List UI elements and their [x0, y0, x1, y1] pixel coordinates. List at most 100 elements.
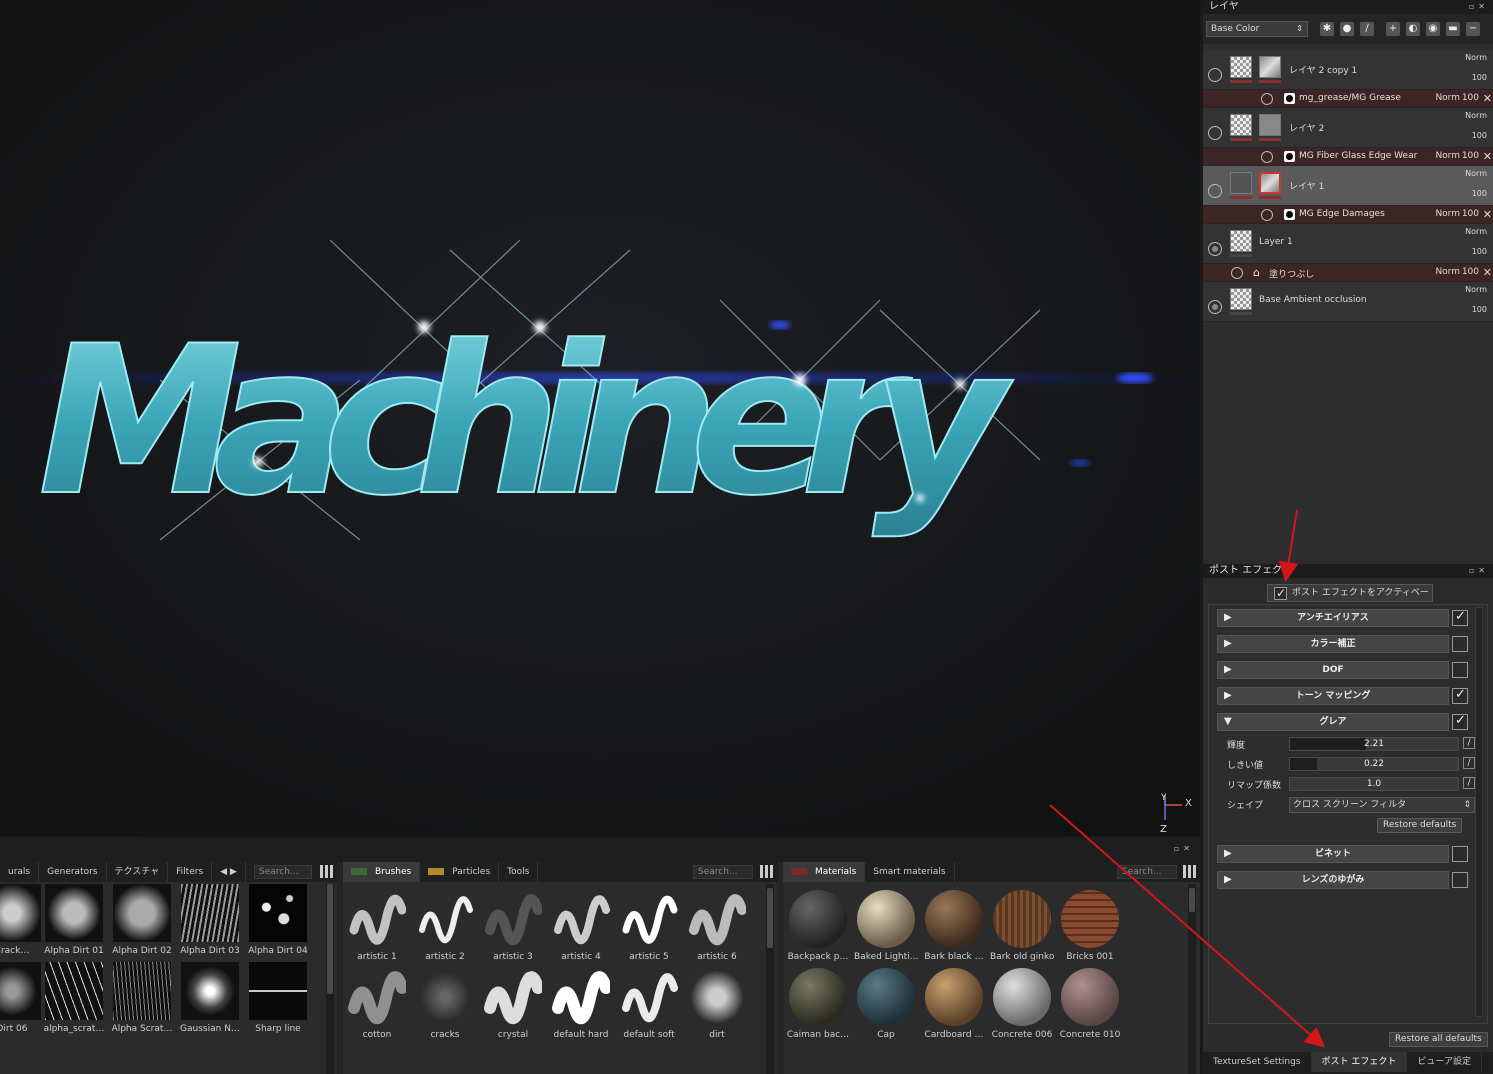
- section-glare[interactable]: ▼ グレア: [1217, 713, 1449, 731]
- asset-tile[interactable]: cotton: [345, 968, 409, 1040]
- section-color-correction[interactable]: ▶ カラー補正: [1217, 635, 1449, 653]
- asset-tile[interactable]: artistic 2: [413, 890, 477, 962]
- shelf-right-search[interactable]: Search...: [1117, 865, 1177, 879]
- layer-visibility-toggle[interactable]: [1208, 242, 1222, 256]
- asset-tile[interactable]: cracks: [413, 968, 477, 1040]
- asset-tile[interactable]: Crack…: [0, 884, 44, 956]
- close-icon[interactable]: ✕: [1483, 150, 1492, 163]
- asset-tile[interactable]: default hard: [549, 968, 613, 1040]
- layer-visibility-toggle[interactable]: [1208, 126, 1222, 140]
- material-tile[interactable]: Baked Lighti…: [854, 890, 918, 962]
- add-layer-icon[interactable]: +: [1386, 22, 1400, 36]
- post-effects-scrollbar[interactable]: [1475, 607, 1483, 1017]
- effect-visibility-toggle[interactable]: [1231, 267, 1243, 279]
- fill-layer-icon[interactable]: ●: [1340, 22, 1354, 36]
- lens-distortion-checkbox[interactable]: [1452, 872, 1468, 888]
- restore-all-defaults-button[interactable]: Restore all defaults: [1389, 1032, 1488, 1047]
- layer-visibility-toggle[interactable]: [1208, 68, 1222, 82]
- dof-checkbox[interactable]: [1452, 662, 1468, 678]
- layer-row[interactable]: Base Ambient occlusion Norm 100: [1203, 282, 1493, 322]
- layer-blend-mode[interactable]: Norm: [1465, 227, 1487, 236]
- section-vignette[interactable]: ▶ ビネット: [1217, 845, 1449, 863]
- effect-visibility-toggle[interactable]: [1261, 93, 1273, 105]
- close-icon[interactable]: ✕: [1483, 208, 1492, 221]
- material-tile[interactable]: Cardboard …: [922, 968, 986, 1040]
- effect-visibility-toggle[interactable]: [1261, 151, 1273, 163]
- delete-icon[interactable]: −: [1466, 22, 1480, 36]
- tab-brushes[interactable]: Brushes: [343, 862, 421, 882]
- glare-restore-defaults-button[interactable]: Restore defaults: [1377, 818, 1463, 833]
- layer-visibility-toggle[interactable]: [1208, 300, 1222, 314]
- asset-tile[interactable]: Gaussian N…: [178, 962, 242, 1034]
- asset-tile[interactable]: Alpha Dirt 01: [42, 884, 106, 956]
- asset-tile[interactable]: Sharp line: [246, 962, 310, 1034]
- brightness-slider[interactable]: 2.21: [1289, 737, 1459, 751]
- section-lens-distortion[interactable]: ▶ レンズのゆがみ: [1217, 871, 1449, 889]
- layer-blend-mode[interactable]: Norm: [1465, 53, 1487, 62]
- shelf-left-scrollbar[interactable]: [326, 884, 334, 1074]
- asset-tile[interactable]: artistic 3: [481, 890, 545, 962]
- layer-row[interactable]: レイヤ 2 Norm 100: [1203, 108, 1493, 148]
- edit-pencil-icon[interactable]: ∕: [1463, 777, 1475, 789]
- tab-particles[interactable]: Particles: [420, 862, 500, 882]
- asset-tile[interactable]: default soft: [617, 968, 681, 1040]
- tab-generators[interactable]: Generators: [39, 862, 107, 882]
- effect-visibility-toggle[interactable]: [1261, 209, 1273, 221]
- effect-blend-mode[interactable]: Norm: [1435, 267, 1460, 277]
- grid-view-icon[interactable]: [760, 865, 773, 878]
- material-tile[interactable]: Bark black …: [922, 890, 986, 962]
- tab-tools[interactable]: Tools: [499, 862, 539, 882]
- layer-row-selected[interactable]: レイヤ 1 Norm 100: [1203, 166, 1493, 206]
- effect-opacity[interactable]: 100: [1462, 93, 1479, 103]
- asset-tile[interactable]: Alpha Dirt 04: [246, 884, 310, 956]
- layer-opacity[interactable]: 100: [1472, 131, 1487, 140]
- asset-tile[interactable]: Alpha Dirt 03: [178, 884, 242, 956]
- section-tone-mapping[interactable]: ▶ トーン マッピング: [1217, 687, 1449, 705]
- shelf-left-search[interactable]: Search...: [254, 865, 312, 879]
- tab-textureset-settings[interactable]: TextureSet Settings: [1203, 1052, 1312, 1072]
- mask-effect-row[interactable]: mg_grease/MG Grease Norm 100 ✕: [1203, 90, 1493, 108]
- asset-tile[interactable]: artistic 6: [685, 890, 749, 962]
- layer-blend-mode[interactable]: Norm: [1465, 285, 1487, 294]
- layer-opacity[interactable]: 100: [1472, 189, 1487, 198]
- folder-icon[interactable]: ▬: [1446, 22, 1460, 36]
- layer-opacity[interactable]: 100: [1472, 73, 1487, 82]
- vignette-checkbox[interactable]: [1452, 846, 1468, 862]
- color-correction-checkbox[interactable]: [1452, 636, 1468, 652]
- tab-materials[interactable]: Materials: [783, 862, 866, 882]
- effect-opacity[interactable]: 100: [1462, 151, 1479, 161]
- tab-procedurals[interactable]: urals: [0, 862, 40, 882]
- panel-window-controls[interactable]: ▫✕: [1469, 564, 1489, 578]
- effect-icon[interactable]: ◉: [1426, 22, 1440, 36]
- asset-tile[interactable]: alpha_scrat…: [42, 962, 106, 1034]
- tab-smart-materials[interactable]: Smart materials: [865, 862, 955, 882]
- effect-blend-mode[interactable]: Norm: [1435, 209, 1460, 219]
- close-icon[interactable]: ✕: [1483, 266, 1492, 279]
- tone-mapping-checkbox[interactable]: [1452, 687, 1468, 704]
- paint-layer-icon[interactable]: ✱: [1320, 22, 1334, 36]
- channel-select[interactable]: Base Color ⇕: [1206, 21, 1308, 37]
- asset-tile[interactable]: Alpha Scrat…: [110, 962, 174, 1034]
- layer-mask-thumbnail[interactable]: [1259, 114, 1281, 136]
- tab-filters[interactable]: Filters: [168, 862, 213, 882]
- shape-select[interactable]: クロス スクリーン フィルタ ⇕: [1289, 797, 1475, 813]
- checkbox-checked[interactable]: [1274, 585, 1287, 601]
- asset-tile[interactable]: artistic 4: [549, 890, 613, 962]
- shelf-mid-scrollbar[interactable]: [766, 884, 774, 1074]
- shelf-mid-search[interactable]: Search...: [693, 865, 753, 879]
- fill-effect-row[interactable]: ⌂ 塗りつぶし Norm 100 ✕: [1203, 264, 1493, 282]
- 3d-viewport[interactable]: Machinery Y X Z: [0, 0, 1200, 836]
- effect-opacity[interactable]: 100: [1462, 209, 1479, 219]
- edit-pencil-icon[interactable]: ∕: [1463, 757, 1475, 769]
- layer-mask-thumbnail[interactable]: [1259, 56, 1281, 78]
- asset-tile[interactable]: dirt: [685, 968, 749, 1040]
- material-tile[interactable]: Bricks 001: [1058, 890, 1122, 962]
- brush-icon[interactable]: ∕: [1360, 22, 1374, 36]
- remap-slider[interactable]: 1.0: [1289, 777, 1459, 791]
- tab-post-effects[interactable]: ポスト エフェクト: [1311, 1052, 1408, 1072]
- grid-view-icon[interactable]: [1183, 865, 1196, 878]
- edit-pencil-icon[interactable]: ∕: [1463, 737, 1475, 749]
- tab-viewer-settings[interactable]: ビューア設定: [1407, 1052, 1483, 1072]
- material-tile[interactable]: Bark old ginko: [990, 890, 1054, 962]
- asset-tile[interactable]: crystal: [481, 968, 545, 1040]
